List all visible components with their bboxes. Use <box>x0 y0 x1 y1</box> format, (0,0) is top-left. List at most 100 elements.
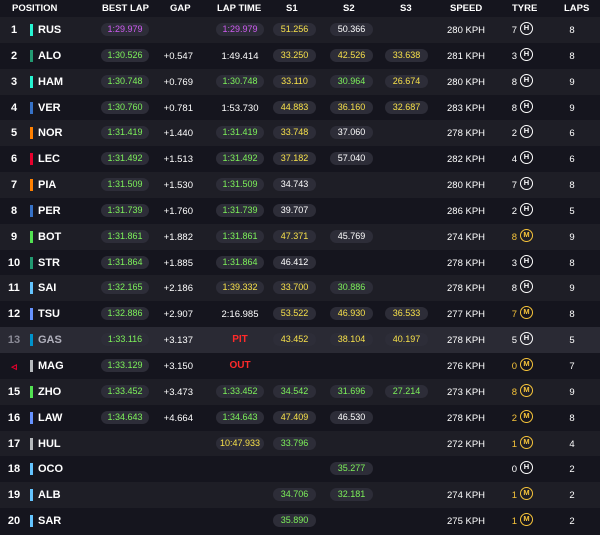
driver-code[interactable]: PIA <box>38 179 56 191</box>
driver-code[interactable]: ALO <box>38 50 61 62</box>
driver-code[interactable]: MAG <box>38 360 64 372</box>
driver-code[interactable]: NOR <box>38 127 62 139</box>
table-row[interactable]: 16 LAW 1:34.643 +4.664 1:34.643 47.409 46.530 2… <box>0 404 600 431</box>
medium-tyre-icon: M <box>520 228 533 242</box>
position-number: ◃ <box>11 360 17 373</box>
table-row[interactable]: 20 SAR 35.890 275 KPH 1 M 2 <box>0 508 600 534</box>
position-number: 6 <box>10 153 18 166</box>
driver-code[interactable]: LEC <box>38 153 60 165</box>
header-gap[interactable]: GAP <box>170 3 191 14</box>
table-row[interactable]: 13 GAS 1:33.116 +3.137 PIT 43.452 38.104 40.197… <box>0 327 600 353</box>
sector-s1-pill: 35.890 <box>273 514 316 528</box>
best-lap-pill: 1:29.979 <box>101 23 149 36</box>
laps-count: 2 <box>569 516 575 528</box>
table-row[interactable]: 11 SAI 1:32.165 +2.186 1:39.332 33.700 30.886 2… <box>0 275 600 302</box>
tyre-laps-count: 2 <box>511 205 517 217</box>
position-number: 5 <box>10 127 18 140</box>
laps-count: 5 <box>569 205 575 217</box>
hard-tyre-icon: H <box>520 125 533 139</box>
team-color-bar <box>30 179 33 192</box>
hard-tyre-icon: H <box>520 151 533 165</box>
sector-s3-pill: 36.533 <box>385 307 428 321</box>
sector-s1-pill: 39.707 <box>273 203 316 217</box>
table-row[interactable]: 7 PIA 1:31.509 +1.530 1:31.509 34.743 280 KPH 7… <box>0 172 600 198</box>
table-row[interactable]: 18 OCO 35.277 0 H 2 <box>0 456 600 483</box>
table-row[interactable]: 15 ZHO 1:33.452 +3.473 1:33.452 34.542 31.696 2… <box>0 378 600 405</box>
hard-tyre-icon: H <box>520 99 533 113</box>
driver-code[interactable]: SAI <box>38 282 56 294</box>
best-lap-pill: 1:31.739 <box>101 203 149 217</box>
gap-value: +4.664 <box>163 412 193 424</box>
lap-time-value: 2:16.985 <box>221 309 259 321</box>
driver-code[interactable]: LAW <box>38 412 62 424</box>
team-color-bar <box>30 230 33 243</box>
table-row[interactable]: 10 STR 1:31.864 +1.885 1:31.864 46.412 278 KPH… <box>0 249 600 276</box>
speed-value: 278 KPH <box>447 128 486 140</box>
driver-code[interactable]: VER <box>38 102 61 114</box>
driver-code[interactable]: BOT <box>38 231 61 243</box>
speed-value: 275 KPH <box>447 516 486 528</box>
laps-count: 2 <box>569 490 575 502</box>
header-speed[interactable]: SPEED <box>450 3 482 14</box>
header-laps[interactable]: LAPS <box>564 3 589 14</box>
table-row[interactable]: 2 ALO 1:30.526 +0.547 1:49.414 33.250 42.526 33… <box>0 42 600 69</box>
driver-code[interactable]: GAS <box>38 334 62 346</box>
team-color-bar <box>30 385 33 398</box>
sector-s1-pill: 53.522 <box>273 307 316 321</box>
laps-count: 9 <box>569 102 575 114</box>
sector-s2-pill: 30.886 <box>330 281 373 295</box>
lap-status-label: OUT <box>229 359 251 371</box>
driver-code[interactable]: ALB <box>38 489 61 501</box>
driver-code[interactable]: PER <box>38 205 61 217</box>
laps-count: 9 <box>569 386 575 398</box>
team-color-bar <box>30 204 33 217</box>
tyre-laps-count: 4 <box>511 154 517 166</box>
driver-code[interactable]: HUL <box>38 438 61 450</box>
sector-s1-pill: 34.743 <box>273 178 316 192</box>
gap-value: +3.473 <box>163 386 193 398</box>
team-color-bar <box>30 153 33 166</box>
gap-value: +0.781 <box>163 102 193 114</box>
position-number: 9 <box>10 230 18 243</box>
lap-time-pill: 1:30.748 <box>216 74 264 88</box>
sector-s3-pill: 33.638 <box>385 48 428 62</box>
table-row[interactable]: 8 PER 1:31.739 +1.760 1:31.739 39.707 286 KPH 2… <box>0 197 600 224</box>
lap-time-value: 1:53.730 <box>221 102 259 114</box>
speed-value: 274 KPH <box>447 231 486 243</box>
team-color-bar <box>30 75 33 88</box>
table-row[interactable]: 19 ALB 34.706 32.181 274 KPH 1 M 2 <box>0 482 600 509</box>
table-row[interactable]: 17 HUL 10:47.933 33.796 272 KPH 1 M 4 <box>0 430 600 457</box>
driver-code[interactable]: RUS <box>38 24 61 36</box>
header-lap-time[interactable]: LAP TIME <box>217 3 261 14</box>
best-lap-pill: 1:31.864 <box>101 255 149 269</box>
sector-s1-pill: 33.250 <box>273 48 316 62</box>
header-s3[interactable]: S3 <box>400 3 412 14</box>
table-row[interactable]: 9 BOT 1:31.861 +1.882 1:31.861 47.371 45.769 27… <box>0 223 600 250</box>
table-row[interactable]: 6 LEC 1:31.492 +1.513 1:31.492 37.182 57.040 28… <box>0 146 600 173</box>
driver-code[interactable]: TSU <box>38 308 60 320</box>
table-row[interactable]: ◃ MAG 1:33.129 +3.150 OUT 276 KPH 0 M 7 <box>0 352 600 379</box>
sector-s1-pill: 34.706 <box>273 488 316 502</box>
hard-tyre-icon: H <box>520 47 533 61</box>
position-number: 16 <box>7 411 21 424</box>
header-s2[interactable]: S2 <box>343 3 355 14</box>
header-best-lap[interactable]: BEST LAP <box>102 3 149 14</box>
tyre-laps-count: 1 <box>511 516 517 528</box>
driver-code[interactable]: ZHO <box>38 386 61 398</box>
table-row[interactable]: 12 TSU 1:32.886 +2.907 2:16.985 53.522 46.930 3… <box>0 301 600 328</box>
header-position[interactable]: POSITION <box>12 3 57 14</box>
laps-count: 9 <box>569 283 575 295</box>
driver-code[interactable]: HAM <box>38 76 63 88</box>
table-row[interactable]: 4 VER 1:30.760 +0.781 1:53.730 44.883 36.160 32… <box>0 94 600 121</box>
best-lap-pill: 1:31.419 <box>101 126 149 140</box>
table-row[interactable]: 3 HAM 1:30.748 +0.769 1:30.748 33.110 30.964 26… <box>0 68 600 95</box>
team-color-bar <box>30 308 33 321</box>
header-s1[interactable]: S1 <box>286 3 298 14</box>
driver-code[interactable]: STR <box>38 257 60 269</box>
header-tyre[interactable]: TYRE <box>512 3 537 14</box>
tyre-laps-count: 0 <box>511 360 517 372</box>
table-row[interactable]: 5 NOR 1:31.419 +1.440 1:31.419 33.748 37.060 27… <box>0 120 600 147</box>
table-row[interactable]: 1 RUS 1:29.979 1:29.979 51.256 50.366 280 KPH 7… <box>0 17 600 43</box>
driver-code[interactable]: OCO <box>38 463 63 475</box>
driver-code[interactable]: SAR <box>38 515 61 527</box>
